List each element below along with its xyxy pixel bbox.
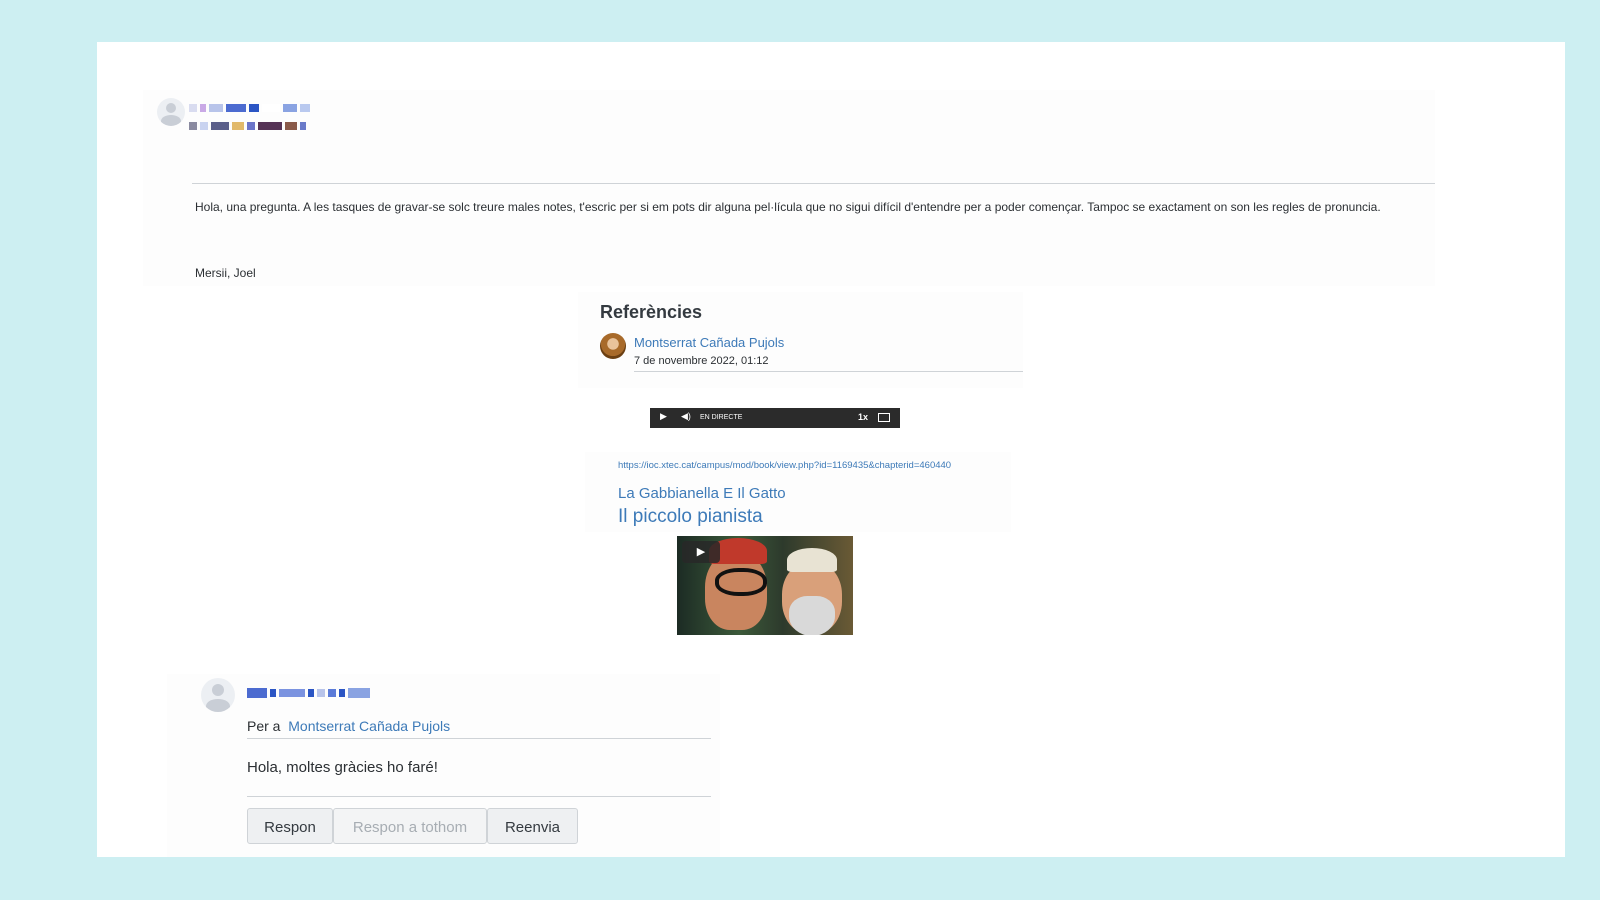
reply-footer-divider: [247, 796, 711, 797]
original-message: Hola, una pregunta. A les tasques de gra…: [143, 90, 1435, 286]
page-canvas: Hola, una pregunta. A les tasques de gra…: [97, 42, 1565, 857]
references-divider: [634, 371, 1023, 372]
forward-button[interactable]: Reenvia: [487, 808, 578, 844]
recipient-link[interactable]: Montserrat Cañada Pujols: [288, 718, 450, 734]
sender-info-redacted: [189, 122, 306, 130]
reply-button[interactable]: Respon: [247, 808, 333, 844]
references-block: Referències Montserrat Cañada Pujols 7 d…: [578, 292, 1023, 388]
references-author-link[interactable]: Montserrat Cañada Pujols: [634, 335, 784, 350]
audio-player: ▶ ◀) EN DIRECTE 1x: [650, 408, 900, 428]
picture-in-picture-icon[interactable]: [878, 413, 890, 422]
volume-icon[interactable]: ◀): [681, 411, 691, 422]
user-avatar-icon: [201, 678, 235, 712]
links-block: https://ioc.xtec.cat/campus/mod/book/vie…: [585, 452, 1011, 532]
message-body: Hola, una pregunta. A les tasques de gra…: [195, 200, 1381, 214]
reply-recipient-line: Per a Montserrat Cañada Pujols: [247, 718, 450, 734]
video-thumbnail[interactable]: ▶: [677, 536, 853, 635]
sender-name-redacted: [189, 104, 310, 112]
user-avatar-icon: [157, 98, 185, 126]
message-signature: Mersii, Joel: [195, 266, 256, 280]
live-label: EN DIRECTE: [700, 414, 743, 421]
reply-body: Hola, moltes gràcies ho faré!: [247, 759, 438, 776]
playback-speed[interactable]: 1x: [858, 412, 868, 422]
per-label: Per a: [247, 718, 281, 734]
author-avatar: [600, 333, 626, 359]
link-piccolo-pianista[interactable]: Il piccolo pianista: [618, 506, 763, 528]
book-url-link[interactable]: https://ioc.xtec.cat/campus/mod/book/vie…: [618, 460, 951, 471]
play-icon[interactable]: ▶: [660, 411, 667, 422]
reply-header-divider: [247, 738, 711, 739]
header-divider: [192, 183, 1435, 184]
video-play-icon[interactable]: ▶: [682, 541, 720, 563]
references-date: 7 de novembre 2022, 01:12: [634, 355, 769, 367]
reply-message: Per a Montserrat Cañada Pujols Hola, mol…: [167, 674, 720, 857]
reply-sender-redacted: [247, 688, 370, 698]
link-gabbianella[interactable]: La Gabbianella E Il Gatto: [618, 485, 786, 502]
reply-all-button[interactable]: Respon a tothom: [333, 808, 487, 844]
references-title: Referències: [600, 302, 703, 322]
